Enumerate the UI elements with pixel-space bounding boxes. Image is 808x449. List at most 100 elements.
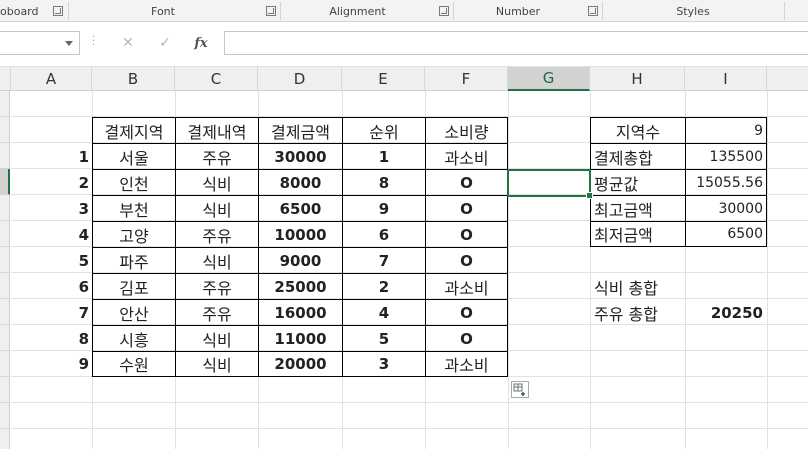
type-cell[interactable]: 주유 — [176, 144, 258, 169]
region-cell[interactable]: 인천 — [93, 170, 175, 195]
active-cell-selection[interactable] — [507, 169, 593, 199]
amount-cell[interactable]: 10000 — [259, 222, 342, 247]
type-cell[interactable]: 주유 — [176, 274, 258, 299]
row-header[interactable] — [0, 403, 10, 429]
row-header[interactable] — [0, 325, 10, 351]
row-number-cell[interactable]: 8 — [11, 326, 92, 351]
summary-value-cell[interactable]: 6500 — [686, 222, 766, 246]
row-number-cell[interactable]: 1 — [11, 144, 92, 169]
column-header-d[interactable]: D — [258, 67, 342, 91]
row-header-selected[interactable] — [0, 169, 10, 195]
row-number-cell[interactable]: 5 — [11, 248, 92, 273]
row-header[interactable] — [0, 117, 10, 143]
type-cell[interactable]: 식비 — [176, 248, 258, 273]
row-header[interactable] — [0, 299, 10, 325]
row-header[interactable] — [0, 351, 10, 377]
usage-cell[interactable]: 과소비 — [426, 144, 507, 169]
type-cell[interactable]: 식비 — [176, 170, 258, 195]
column-header-e[interactable]: E — [342, 67, 425, 91]
row-number-cell[interactable]: 3 — [11, 196, 92, 221]
alignment-launcher-icon[interactable] — [439, 6, 449, 16]
summary-label-cell[interactable]: 평균값 — [591, 170, 685, 195]
row-header[interactable] — [0, 247, 10, 273]
column-header-b[interactable]: B — [92, 67, 175, 91]
usage-cell[interactable]: O — [426, 300, 507, 325]
column-header-i[interactable]: I — [685, 67, 767, 91]
row-number-cell[interactable]: 4 — [11, 222, 92, 247]
row-number-cell[interactable]: 9 — [11, 352, 92, 376]
rank-cell[interactable]: 9 — [343, 196, 425, 221]
column-header-g[interactable]: G — [508, 67, 590, 91]
row-header[interactable] — [0, 221, 10, 247]
food-total-label[interactable]: 식비 총합 — [591, 274, 685, 299]
table-header-cell[interactable]: 결제내역 — [176, 118, 258, 143]
cancel-button[interactable]: ✕ — [115, 32, 141, 54]
formula-input[interactable] — [224, 31, 808, 55]
region-cell[interactable]: 서울 — [93, 144, 175, 169]
region-cell[interactable]: 부천 — [93, 196, 175, 221]
amount-cell[interactable]: 6500 — [259, 196, 342, 221]
enter-button[interactable]: ✓ — [152, 32, 178, 54]
table-header-cell[interactable]: 결제금액 — [259, 118, 342, 143]
rank-cell[interactable]: 6 — [343, 222, 425, 247]
summary-label-cell[interactable]: 결제총합 — [591, 144, 685, 169]
type-cell[interactable]: 주유 — [176, 222, 258, 247]
column-header-j[interactable] — [767, 67, 808, 91]
usage-cell[interactable]: O — [426, 196, 507, 221]
amount-cell[interactable]: 25000 — [259, 274, 342, 299]
summary-value-cell[interactable]: 30000 — [686, 196, 766, 221]
summary-label-cell[interactable]: 지역수 — [591, 118, 685, 143]
select-all-corner[interactable] — [0, 67, 11, 91]
font-launcher-icon[interactable] — [266, 6, 276, 16]
table-header-cell[interactable]: 결제지역 — [93, 118, 175, 143]
summary-label-cell[interactable]: 최고금액 — [591, 196, 685, 221]
rank-cell[interactable]: 4 — [343, 300, 425, 325]
type-cell[interactable]: 주유 — [176, 300, 258, 325]
region-cell[interactable]: 파주 — [93, 248, 175, 273]
row-header[interactable] — [0, 429, 10, 449]
usage-cell[interactable]: O — [426, 170, 507, 195]
paste-options-icon[interactable] — [511, 381, 529, 398]
insert-function-button[interactable]: fx — [188, 32, 214, 54]
rank-cell[interactable]: 1 — [343, 144, 425, 169]
clipboard-launcher-icon[interactable] — [53, 6, 63, 16]
column-header-f[interactable]: F — [425, 67, 508, 91]
row-header[interactable] — [0, 143, 10, 169]
region-cell[interactable]: 시흥 — [93, 326, 175, 351]
chevron-down-icon[interactable] — [65, 41, 73, 46]
rank-cell[interactable]: 5 — [343, 326, 425, 351]
usage-cell[interactable]: O — [426, 248, 507, 273]
name-box[interactable] — [0, 31, 80, 55]
table-header-cell[interactable]: 소비량 — [426, 118, 507, 143]
type-cell[interactable]: 식비 — [176, 352, 258, 376]
rank-cell[interactable]: 2 — [343, 274, 425, 299]
amount-cell[interactable]: 20000 — [259, 352, 342, 376]
region-cell[interactable]: 수원 — [93, 352, 175, 376]
food-total-value[interactable] — [686, 274, 766, 299]
fuel-total-value[interactable]: 20250 — [686, 300, 766, 325]
row-header[interactable] — [0, 377, 10, 403]
amount-cell[interactable]: 16000 — [259, 300, 342, 325]
fuel-total-label[interactable]: 주유 총합 — [591, 300, 685, 325]
rank-cell[interactable]: 7 — [343, 248, 425, 273]
summary-value-cell[interactable]: 135500 — [686, 144, 766, 169]
type-cell[interactable]: 식비 — [176, 196, 258, 221]
summary-value-cell[interactable]: 9 — [686, 118, 766, 143]
usage-cell[interactable]: 과소비 — [426, 274, 507, 299]
summary-label-cell[interactable]: 최저금액 — [591, 222, 685, 246]
amount-cell[interactable]: 11000 — [259, 326, 342, 351]
column-header-h[interactable]: H — [590, 67, 685, 91]
usage-cell[interactable]: 과소비 — [426, 352, 507, 376]
number-launcher-icon[interactable] — [588, 6, 598, 16]
row-number-cell[interactable]: 2 — [11, 170, 92, 195]
amount-cell[interactable]: 8000 — [259, 170, 342, 195]
row-header[interactable] — [0, 91, 10, 117]
formula-bar-grip-icon[interactable]: · · · — [92, 33, 95, 51]
summary-value-cell[interactable]: 15055.56 — [686, 170, 766, 195]
table-header-cell[interactable]: 순위 — [343, 118, 425, 143]
rank-cell[interactable]: 8 — [343, 170, 425, 195]
column-header-a[interactable]: A — [11, 67, 92, 91]
usage-cell[interactable]: O — [426, 222, 507, 247]
amount-cell[interactable]: 9000 — [259, 248, 342, 273]
row-number-cell[interactable]: 7 — [11, 300, 92, 325]
